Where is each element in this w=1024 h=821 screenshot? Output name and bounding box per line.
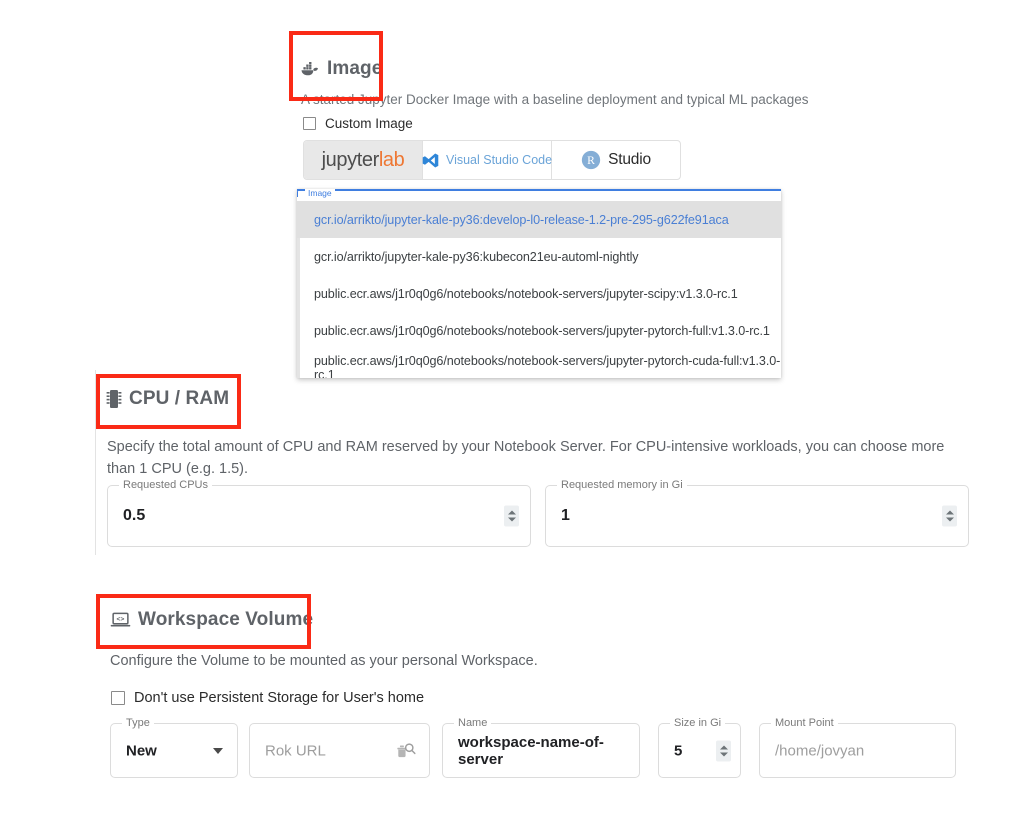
image-dropdown-panel[interactable]: Image gcr.io/arrikto/jupyter-kale-py36:d… (297, 189, 781, 378)
image-title-text: Image (327, 58, 383, 79)
requested-cpus-field[interactable]: Requested CPUs 0.5 (107, 479, 531, 547)
image-field-focus-underline (297, 189, 781, 191)
volume-name-field[interactable]: Name workspace-name-of-server (442, 717, 640, 778)
image-type-toggle-group[interactable]: jupyterlab Visual Studio Code R Studio (303, 140, 681, 180)
vscode-icon (422, 152, 439, 169)
image-section-title: Image (301, 58, 382, 80)
jupyterlab-label-b: lab (378, 148, 405, 171)
cpu-ram-description: Specify the total amount of CPU and RAM … (107, 439, 945, 477)
volume-name-value[interactable]: workspace-name-of-server (458, 734, 639, 768)
dropdown-option[interactable]: public.ecr.aws/j1r0q0g6/notebooks/notebo… (297, 312, 781, 349)
dropdown-option[interactable]: public.ecr.aws/j1r0q0g6/notebooks/notebo… (297, 349, 781, 379)
cpu-ram-title-text: CPU / RAM (129, 388, 230, 409)
dropdown-option[interactable]: gcr.io/arrikto/jupyter-kale-py36:kubecon… (297, 238, 781, 275)
volume-size-stepper[interactable] (716, 740, 731, 761)
cpu-ram-section-title: CPU / RAM (106, 388, 229, 410)
rstudio-label: Studio (608, 151, 651, 168)
requested-memory-stepper[interactable] (942, 505, 957, 527)
mount-point-legend: Mount Point (771, 717, 838, 730)
image-field-notch (297, 189, 302, 197)
volume-name-legend: Name (454, 717, 492, 730)
docker-whale-icon (301, 61, 320, 77)
laptop-code-icon: <> (110, 612, 131, 629)
svg-text:R: R (587, 154, 595, 167)
no-persistent-storage-label: Don't use Persistent Storage for User's … (134, 690, 425, 706)
no-persistent-storage-checkbox-row[interactable]: Don't use Persistent Storage for User's … (111, 690, 424, 706)
requested-cpus-legend: Requested CPUs (119, 479, 212, 492)
workspace-volume-description: Configure the Volume to be mounted as yo… (110, 653, 538, 669)
volume-size-value[interactable]: 5 (674, 742, 682, 759)
dropdown-option[interactable]: gcr.io/arrikto/jupyter-kale-py36:develop… (297, 201, 781, 238)
chevron-down-icon[interactable] (213, 747, 223, 754)
jupyterlab-label-a: jupyter (321, 148, 380, 171)
rok-url-field[interactable]: Rok URL (249, 723, 430, 778)
volume-size-legend: Size in Gi (670, 717, 726, 730)
workspace-volume-title-text: Workspace Volume (138, 609, 314, 630)
requested-memory-legend: Requested memory in Gi (557, 479, 687, 492)
toggle-jupyterlab[interactable]: jupyterlab (304, 141, 423, 179)
mount-point-field[interactable]: Mount Point /home/jovyan (759, 717, 956, 778)
mount-point-placeholder: /home/jovyan (775, 742, 865, 759)
svg-text:<>: <> (117, 616, 125, 623)
toggle-rstudio[interactable]: R Studio (552, 141, 680, 179)
rok-url-placeholder: Rok URL (265, 742, 326, 759)
image-description: A started Jupyter Docker Image with a ba… (301, 92, 809, 107)
no-persistent-storage-checkbox[interactable] (111, 691, 125, 705)
rstudio-icon: R (581, 150, 601, 170)
rok-search-icon[interactable] (397, 742, 416, 760)
custom-image-checkbox-row[interactable]: Custom Image (303, 116, 413, 131)
requested-cpus-stepper[interactable] (504, 505, 519, 527)
cpu-ram-left-divider (95, 370, 96, 555)
workspace-volume-section-title: <> Workspace Volume (110, 609, 313, 631)
dropdown-option[interactable]: public.ecr.aws/j1r0q0g6/notebooks/notebo… (297, 275, 781, 312)
vscode-label: Visual Studio Code (445, 153, 553, 167)
volume-type-value: New (126, 742, 157, 759)
toggle-vscode[interactable]: Visual Studio Code (422, 141, 553, 179)
requested-memory-value[interactable]: 1 (561, 507, 570, 525)
custom-image-label: Custom Image (325, 116, 413, 131)
requested-memory-field[interactable]: Requested memory in Gi 1 (545, 479, 969, 547)
requested-cpus-value[interactable]: 0.5 (123, 507, 145, 525)
volume-type-select[interactable]: Type New (110, 717, 238, 778)
volume-type-legend: Type (122, 717, 154, 730)
image-field-label: Image (305, 189, 335, 198)
volume-size-field[interactable]: Size in Gi 5 (658, 717, 741, 778)
memory-chip-icon (106, 389, 122, 409)
custom-image-checkbox[interactable] (303, 117, 316, 130)
